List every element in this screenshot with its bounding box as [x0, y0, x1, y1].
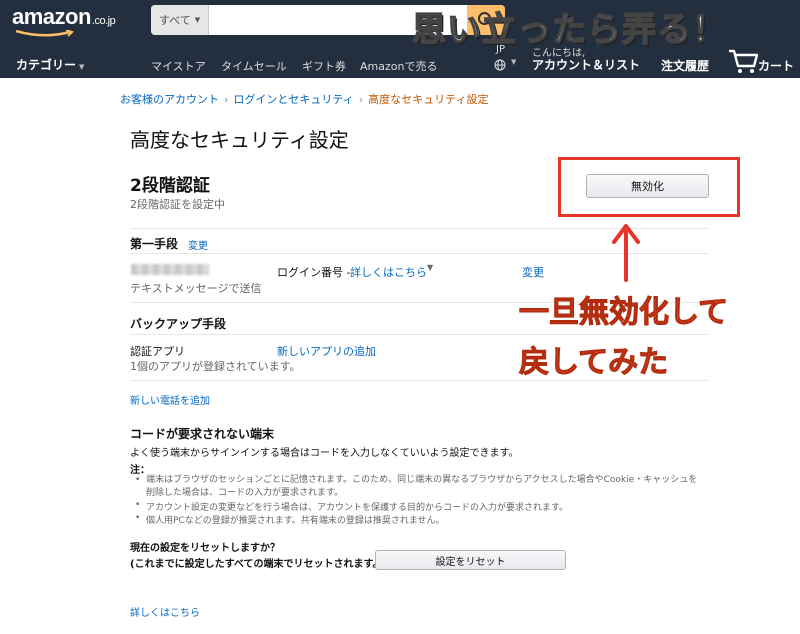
- primary-method-change-link[interactable]: 変更: [188, 237, 208, 252]
- add-new-app-link[interactable]: 新しいアプリの追加: [277, 343, 376, 359]
- breadcrumb-your-account[interactable]: お客様のアカウント: [120, 93, 219, 106]
- primary-method-type: テキストメッセージで送信: [130, 282, 262, 295]
- breadcrumb-separator: ›: [224, 93, 229, 106]
- note-text: アカウント設定の変更などを行う場合は、アカウントを保護する目的からコードの入力が…: [146, 503, 569, 513]
- nav-link-gift-card[interactable]: ギフト券: [302, 58, 346, 74]
- cart-icon: [729, 49, 758, 73]
- breadcrumb-login-security[interactable]: ログインとセキュリティ: [233, 93, 353, 106]
- note-item: 個人用PCなどの登録が推奨されます。共有端末の登録は推奨されません。: [135, 513, 445, 526]
- category-menu-label: カテゴリー: [16, 58, 77, 72]
- cart-label: カート: [758, 59, 795, 73]
- breadcrumb-separator: ›: [358, 93, 364, 106]
- note-text: 端末はブラウザのセッションごとに記憶されます。このため、同じ端末の異なるブラウザ…: [146, 475, 698, 485]
- page-title: 高度なセキュリティ設定: [130, 128, 349, 152]
- arrow-up-icon: [612, 224, 640, 282]
- note-item: 端末はブラウザのセッションごとに記憶されます。このため、同じ端末の異なるブラウザ…: [135, 474, 697, 500]
- amazon-logo[interactable]: amazon.co.jp: [12, 4, 116, 30]
- annotation-text: 戻してみた: [518, 345, 669, 381]
- logo-suffix: .co.jp: [91, 15, 116, 27]
- login-number-label: ログイン番号 -: [277, 266, 351, 279]
- note-item: アカウント設定の変更などを行う場合は、アカウントを保護する目的からコードの入力が…: [135, 500, 568, 513]
- nav-link-time-sale[interactable]: タイムセール: [221, 58, 287, 74]
- caret-down-icon: ▼: [511, 58, 517, 66]
- reset-question: 現在の設定をリセットしますか？: [130, 543, 280, 554]
- caret-down-icon: ▼: [194, 16, 201, 24]
- search-category-dropdown[interactable]: すべて ▼: [151, 5, 209, 35]
- caret-down-icon: ▼: [79, 63, 85, 71]
- phone-change-link[interactable]: 変更: [522, 264, 544, 280]
- account-list-label: アカウント＆リスト: [532, 58, 641, 72]
- trusted-devices-heading: コードが要求されない端末: [130, 427, 275, 441]
- category-menu[interactable]: カテゴリー ▼: [16, 56, 84, 73]
- login-number-details-link[interactable]: 詳しくはこちら: [350, 264, 427, 280]
- caret-down-icon: ▼: [427, 263, 434, 272]
- divider: [130, 334, 708, 335]
- note-text: 削除した場合は、コードの入力が要求されます。: [146, 488, 344, 498]
- breadcrumb: お客様のアカウント › ログインとセキュリティ › 高度なセキュリティ設定: [120, 91, 489, 107]
- reset-subtext: (これまでに設定したすべての端末でリセットされます。): [130, 559, 383, 570]
- annotation-text: 一旦無効化して: [518, 295, 729, 331]
- add-new-phone-link[interactable]: 新しい電話を追加: [130, 392, 210, 407]
- globe-icon: [494, 59, 506, 71]
- language-label: JP: [496, 44, 505, 55]
- phone-number-redacted: [131, 264, 209, 275]
- backup-app-count: 1個のアプリが登録されています。: [130, 360, 301, 373]
- search-category-label: すべて: [158, 14, 191, 27]
- learn-more-link[interactable]: 詳しくはこちら: [130, 604, 200, 619]
- two-step-heading: 2段階認証: [130, 176, 210, 196]
- reset-devices-button[interactable]: 設定をリセット: [375, 550, 566, 570]
- orders-link[interactable]: 注文履歴: [661, 57, 709, 74]
- breadcrumb-current: 高度なセキュリティ設定: [368, 93, 489, 106]
- trusted-devices-description: よく使う端末からサインインする場合はコードを入力しなくていいよう設定できます。: [130, 448, 519, 459]
- backup-method-type: 認証アプリ: [130, 345, 185, 358]
- logo-smile-icon: [15, 30, 74, 37]
- two-step-status: 2段階認証を設定中: [130, 198, 225, 211]
- primary-method-label: 第一手段: [130, 237, 179, 251]
- annotation-highlight-box: [558, 157, 740, 217]
- nav-link-my-store[interactable]: マイストア: [151, 58, 206, 74]
- top-nav-bar: amazon.co.jp すべて ▼ 思い立ったら弄る！ カテゴリー ▼ マイスト…: [0, 0, 800, 78]
- note-text: 個人用PCなどの登録が推奨されます。共有端末の登録は推奨されません。: [146, 516, 445, 526]
- backup-method-label: バックアップ手段: [130, 317, 227, 331]
- nav-link-sell[interactable]: Amazonで売る: [360, 58, 437, 74]
- logo-text: amazon: [12, 4, 91, 29]
